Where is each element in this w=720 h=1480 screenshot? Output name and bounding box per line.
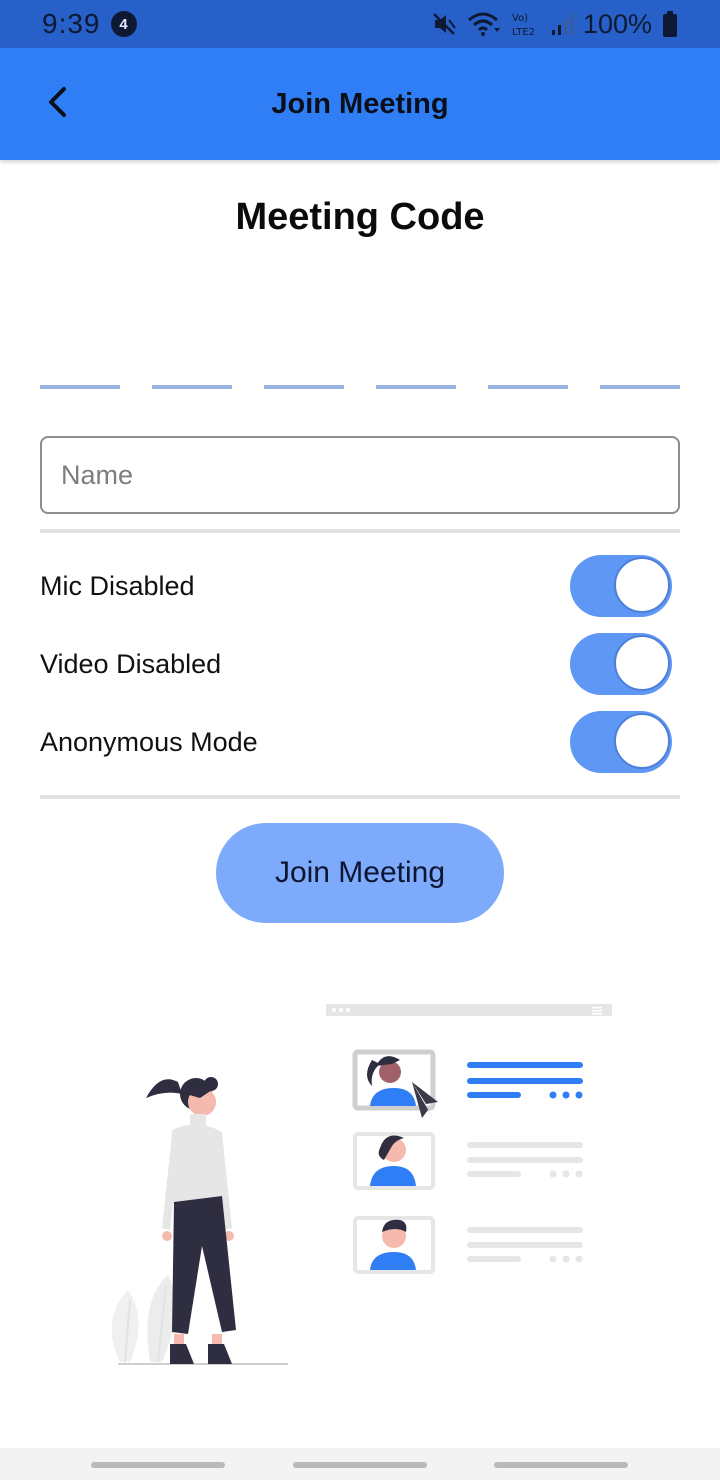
video-conference-illustration xyxy=(0,990,720,1380)
code-slot-5[interactable] xyxy=(488,385,568,389)
mic-disabled-label: Mic Disabled xyxy=(40,570,195,601)
toggle-row-mic: Mic Disabled xyxy=(40,555,680,617)
toggle-row-video: Video Disabled xyxy=(40,633,680,695)
switch-thumb xyxy=(614,635,670,691)
battery-percent: 100% xyxy=(582,8,652,39)
recent-apps-button[interactable] xyxy=(91,1462,225,1468)
battery-icon xyxy=(662,11,678,37)
anonymous-mode-label: Anonymous Mode xyxy=(40,726,258,757)
wifi-icon xyxy=(467,11,501,37)
switch-thumb xyxy=(614,713,670,769)
name-field[interactable] xyxy=(40,436,680,514)
meeting-code-title: Meeting Code xyxy=(235,196,485,238)
code-slot-4[interactable] xyxy=(376,385,456,389)
video-disabled-switch[interactable] xyxy=(570,633,672,695)
lte-label: Vo) LTE2 xyxy=(511,10,541,38)
mute-icon xyxy=(431,11,457,37)
status-left: 9:39 4 xyxy=(42,8,137,40)
toggle-row-anonymous: Anonymous Mode xyxy=(40,711,680,773)
svg-text:LTE2: LTE2 xyxy=(512,27,535,38)
status-right: Vo) LTE2 100% xyxy=(431,9,678,40)
notification-badge: 4 xyxy=(110,11,137,37)
code-slot-6[interactable] xyxy=(600,385,680,389)
system-navigation-bar xyxy=(0,1448,720,1480)
mic-disabled-switch[interactable] xyxy=(570,555,672,617)
app-bar-title: Join Meeting xyxy=(271,87,449,120)
home-button[interactable] xyxy=(293,1462,427,1468)
plant-illustration xyxy=(111,1275,176,1363)
signal-icon xyxy=(551,12,573,36)
code-slot-2[interactable] xyxy=(152,385,232,389)
name-input[interactable] xyxy=(42,438,678,512)
divider-bottom xyxy=(40,795,680,799)
svg-text:Vo): Vo) xyxy=(512,13,528,24)
conference-window-illustration xyxy=(326,1004,612,1274)
meeting-code-input[interactable] xyxy=(40,385,680,389)
video-disabled-label: Video Disabled xyxy=(40,648,222,679)
status-bar: 9:39 4 Vo) LTE2 100% xyxy=(0,0,720,48)
join-meeting-screen: 9:39 4 Vo) LTE2 100% Join Meeting Meetin… xyxy=(0,0,720,1480)
switch-thumb xyxy=(614,557,670,613)
status-time: 9:39 xyxy=(42,8,101,39)
back-nav-button[interactable] xyxy=(494,1462,628,1468)
code-slot-3[interactable] xyxy=(264,385,344,389)
join-meeting-button[interactable]: Join Meeting xyxy=(216,823,504,923)
divider-top xyxy=(40,529,680,533)
anonymous-mode-switch[interactable] xyxy=(570,711,672,773)
app-bar: Join Meeting xyxy=(0,48,720,160)
code-slot-1[interactable] xyxy=(40,385,120,389)
